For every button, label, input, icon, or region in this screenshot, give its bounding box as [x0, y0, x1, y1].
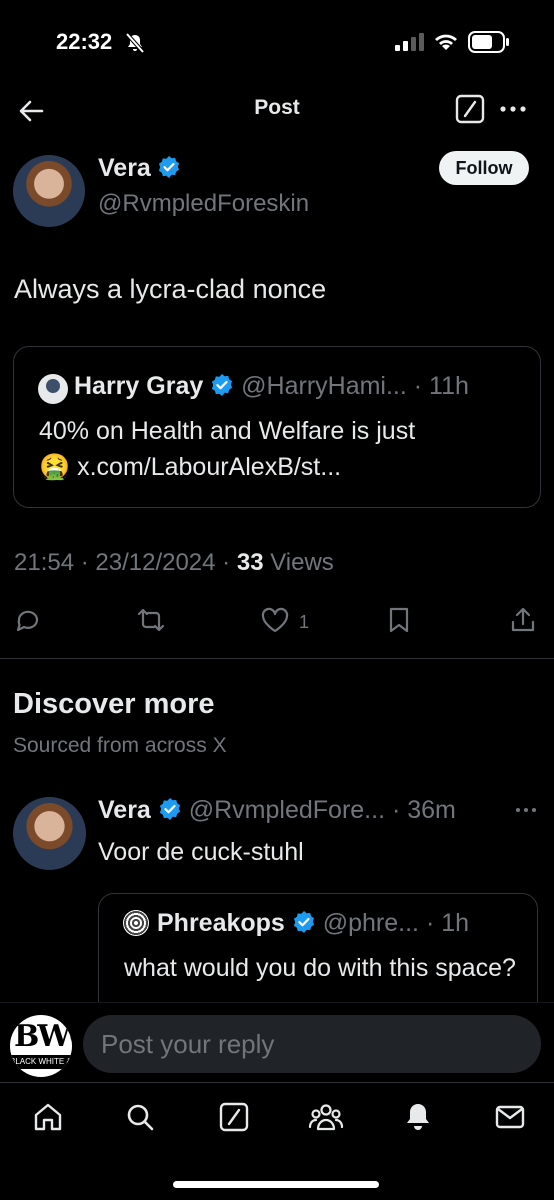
wifi-icon: [435, 34, 457, 50]
rec-quoted-name: Phreakops: [157, 909, 285, 937]
vomit-emoji: 🤮: [39, 453, 71, 481]
post-timestamp: 21:54 · 23/12/2024 ·: [14, 549, 237, 576]
notifications-icon[interactable]: [402, 1101, 434, 1133]
rec-author-avatar[interactable]: [13, 797, 86, 870]
discover-title: Discover more: [13, 688, 215, 720]
status-time: 22:32: [56, 29, 113, 54]
reply-bar: BWG BLACK WHITE & GREY: [0, 1002, 554, 1082]
quoted-author-avatar: [38, 374, 68, 404]
verified-badge-icon: [212, 374, 233, 396]
home-icon[interactable]: [32, 1101, 64, 1133]
follow-button[interactable]: Follow: [439, 151, 529, 185]
rec-quoted-text: what would you do with this space?: [124, 954, 516, 982]
post-meta: 21:54 · 23/12/2024 · 33 Views: [14, 549, 334, 577]
heart-icon[interactable]: [260, 606, 290, 634]
quoted-link[interactable]: x.com/LabourAlexB/st...: [77, 453, 341, 481]
top-nav: Post: [0, 88, 554, 138]
bell-muted-icon: [125, 32, 145, 54]
home-indicator: [173, 1181, 379, 1188]
rec-handle-time: @RvmpledFore... · 36m: [188, 796, 456, 824]
avatar-logo-letters: BWG: [14, 1019, 72, 1054]
cellular-signal-icon: [395, 33, 424, 51]
verified-badge-icon: [158, 156, 179, 178]
author-name[interactable]: Vera: [98, 154, 151, 182]
rec-quoted-header: Phreakops @phre... · 1h: [157, 909, 469, 938]
status-bar: 22:32: [0, 0, 554, 88]
reply-input[interactable]: [83, 1015, 541, 1073]
search-icon[interactable]: [124, 1101, 156, 1133]
more-horizontal-icon[interactable]: [498, 94, 528, 124]
views-count: 33: [236, 549, 264, 576]
communities-icon[interactable]: [308, 1101, 344, 1133]
comment-icon[interactable]: [14, 606, 42, 634]
author-name-row[interactable]: Vera: [98, 154, 181, 183]
rec-post-header[interactable]: Vera @RvmpledFore... · 36m: [98, 796, 456, 825]
section-divider: [0, 658, 554, 659]
messages-icon[interactable]: [494, 1101, 526, 1133]
quoted-post-text: 40% on Health and Welfare is just 🤮 x.co…: [39, 413, 519, 485]
post-text: Always a lycra-clad nonce: [14, 274, 327, 304]
author-handle[interactable]: @RvmpledForeskin: [98, 190, 309, 218]
rec-quoted-handle-time: @phre... · 1h: [322, 909, 470, 937]
author-avatar[interactable]: [13, 155, 85, 227]
rec-author-name[interactable]: Vera: [98, 796, 151, 824]
quoted-handle-time: @HarryHami... · 11h: [241, 372, 469, 400]
discover-subtitle: Sourced from across X: [13, 734, 227, 757]
more-horizontal-icon[interactable]: [514, 800, 538, 820]
quoted-post[interactable]: Harry Gray @HarryHami... · 11h 40% on He…: [13, 346, 541, 508]
action-bar: 1: [0, 604, 554, 640]
verified-badge-icon: [293, 911, 314, 933]
views-label: Views: [263, 549, 334, 576]
share-icon[interactable]: [509, 606, 537, 634]
grok-icon[interactable]: [455, 94, 485, 124]
verified-badge-icon: [159, 798, 180, 820]
rec-post-text: Voor de cuck-stuhl: [98, 838, 304, 866]
quoted-line-1: 40% on Health and Welfare is just: [39, 417, 416, 445]
rec-quoted-avatar: [123, 910, 149, 936]
grok-icon[interactable]: [218, 1101, 250, 1133]
battery-icon: [468, 31, 509, 53]
repost-icon[interactable]: [135, 606, 167, 634]
quoted-author-name: Harry Gray: [74, 372, 204, 400]
like-count: 1: [299, 612, 310, 632]
bookmark-icon[interactable]: [386, 606, 412, 634]
avatar-logo-sub: BLACK WHITE & GREY: [10, 1055, 72, 1069]
quoted-post-header: Harry Gray @HarryHami... · 11h: [74, 372, 469, 401]
current-user-avatar[interactable]: BWG BLACK WHITE & GREY: [10, 1015, 72, 1077]
